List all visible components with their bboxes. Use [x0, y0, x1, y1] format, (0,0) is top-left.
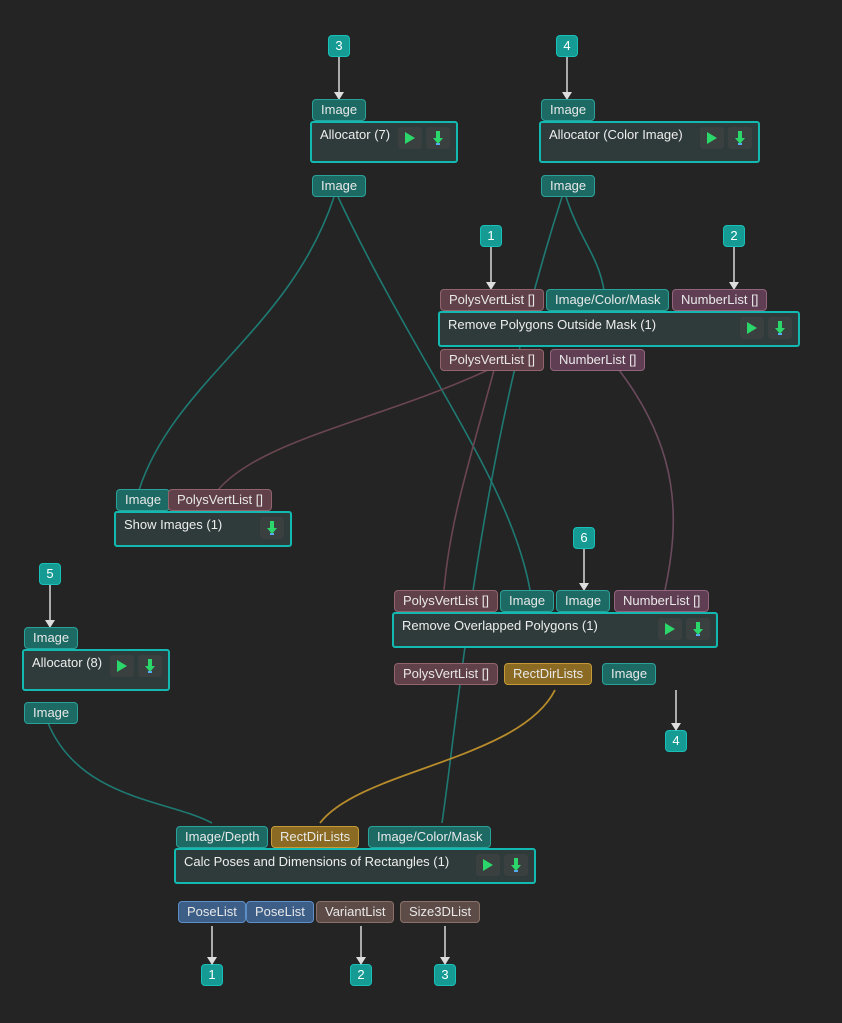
- input-badge-3[interactable]: 3: [328, 35, 350, 57]
- download-icon[interactable]: [686, 618, 710, 640]
- port-image-color-mask[interactable]: Image/Color/Mask: [546, 289, 669, 311]
- port-numberlist[interactable]: NumberList []: [550, 349, 645, 371]
- play-icon[interactable]: [398, 127, 422, 149]
- download-icon[interactable]: [768, 317, 792, 339]
- output-badge-2[interactable]: 2: [350, 964, 372, 986]
- node-allocator-7[interactable]: Allocator (7): [310, 121, 458, 163]
- input-badge-5[interactable]: 5: [39, 563, 61, 585]
- port-polys[interactable]: PolysVertList []: [440, 349, 544, 371]
- port-image[interactable]: Image: [24, 627, 78, 649]
- node-remove-polygons-mask[interactable]: Remove Polygons Outside Mask (1): [438, 311, 800, 347]
- node-allocator-color[interactable]: Allocator (Color Image): [539, 121, 760, 163]
- port-image[interactable]: Image: [312, 99, 366, 121]
- node-calc-poses[interactable]: Calc Poses and Dimensions of Rectangles …: [174, 848, 536, 884]
- play-icon[interactable]: [740, 317, 764, 339]
- download-icon[interactable]: [426, 127, 450, 149]
- download-icon[interactable]: [504, 854, 528, 876]
- play-icon[interactable]: [700, 127, 724, 149]
- download-icon[interactable]: [728, 127, 752, 149]
- port-polys[interactable]: PolysVertList []: [168, 489, 272, 511]
- output-badge-3[interactable]: 3: [434, 964, 456, 986]
- download-icon[interactable]: [138, 655, 162, 677]
- node-allocator-8[interactable]: Allocator (8): [22, 649, 170, 691]
- port-image-color-mask[interactable]: Image/Color/Mask: [368, 826, 491, 848]
- port-polys[interactable]: PolysVertList []: [440, 289, 544, 311]
- port-image[interactable]: Image: [24, 702, 78, 724]
- port-numberlist[interactable]: NumberList []: [672, 289, 767, 311]
- node-show-images[interactable]: Show Images (1): [114, 511, 292, 547]
- port-image[interactable]: Image: [116, 489, 170, 511]
- node-graph-canvas[interactable]: 3 4 1 2 5 6 4 1 2 3 Image Allocator (7) …: [0, 0, 842, 1023]
- input-badge-6[interactable]: 6: [573, 527, 595, 549]
- port-image-depth[interactable]: Image/Depth: [176, 826, 268, 848]
- port-rectdirlists[interactable]: RectDirLists: [271, 826, 359, 848]
- port-image[interactable]: Image: [500, 590, 554, 612]
- download-icon[interactable]: [260, 517, 284, 539]
- port-image[interactable]: Image: [556, 590, 610, 612]
- port-variantlist[interactable]: VariantList: [316, 901, 394, 923]
- play-icon[interactable]: [476, 854, 500, 876]
- output-badge-4[interactable]: 4: [665, 730, 687, 752]
- port-numberlist[interactable]: NumberList []: [614, 590, 709, 612]
- port-size3dlist[interactable]: Size3DList: [400, 901, 480, 923]
- play-icon[interactable]: [110, 655, 134, 677]
- port-polys[interactable]: PolysVertList []: [394, 590, 498, 612]
- input-badge-4[interactable]: 4: [556, 35, 578, 57]
- play-icon[interactable]: [658, 618, 682, 640]
- input-badge-1[interactable]: 1: [480, 225, 502, 247]
- port-polys[interactable]: PolysVertList []: [394, 663, 498, 685]
- port-image[interactable]: Image: [602, 663, 656, 685]
- output-badge-1[interactable]: 1: [201, 964, 223, 986]
- node-remove-overlapped-polygons[interactable]: Remove Overlapped Polygons (1): [392, 612, 718, 648]
- input-badge-2[interactable]: 2: [723, 225, 745, 247]
- port-image[interactable]: Image: [541, 99, 595, 121]
- port-image[interactable]: Image: [541, 175, 595, 197]
- port-image[interactable]: Image: [312, 175, 366, 197]
- port-rectdirlists[interactable]: RectDirLists: [504, 663, 592, 685]
- port-poselist[interactable]: PoseList: [178, 901, 246, 923]
- port-poselist[interactable]: PoseList: [246, 901, 314, 923]
